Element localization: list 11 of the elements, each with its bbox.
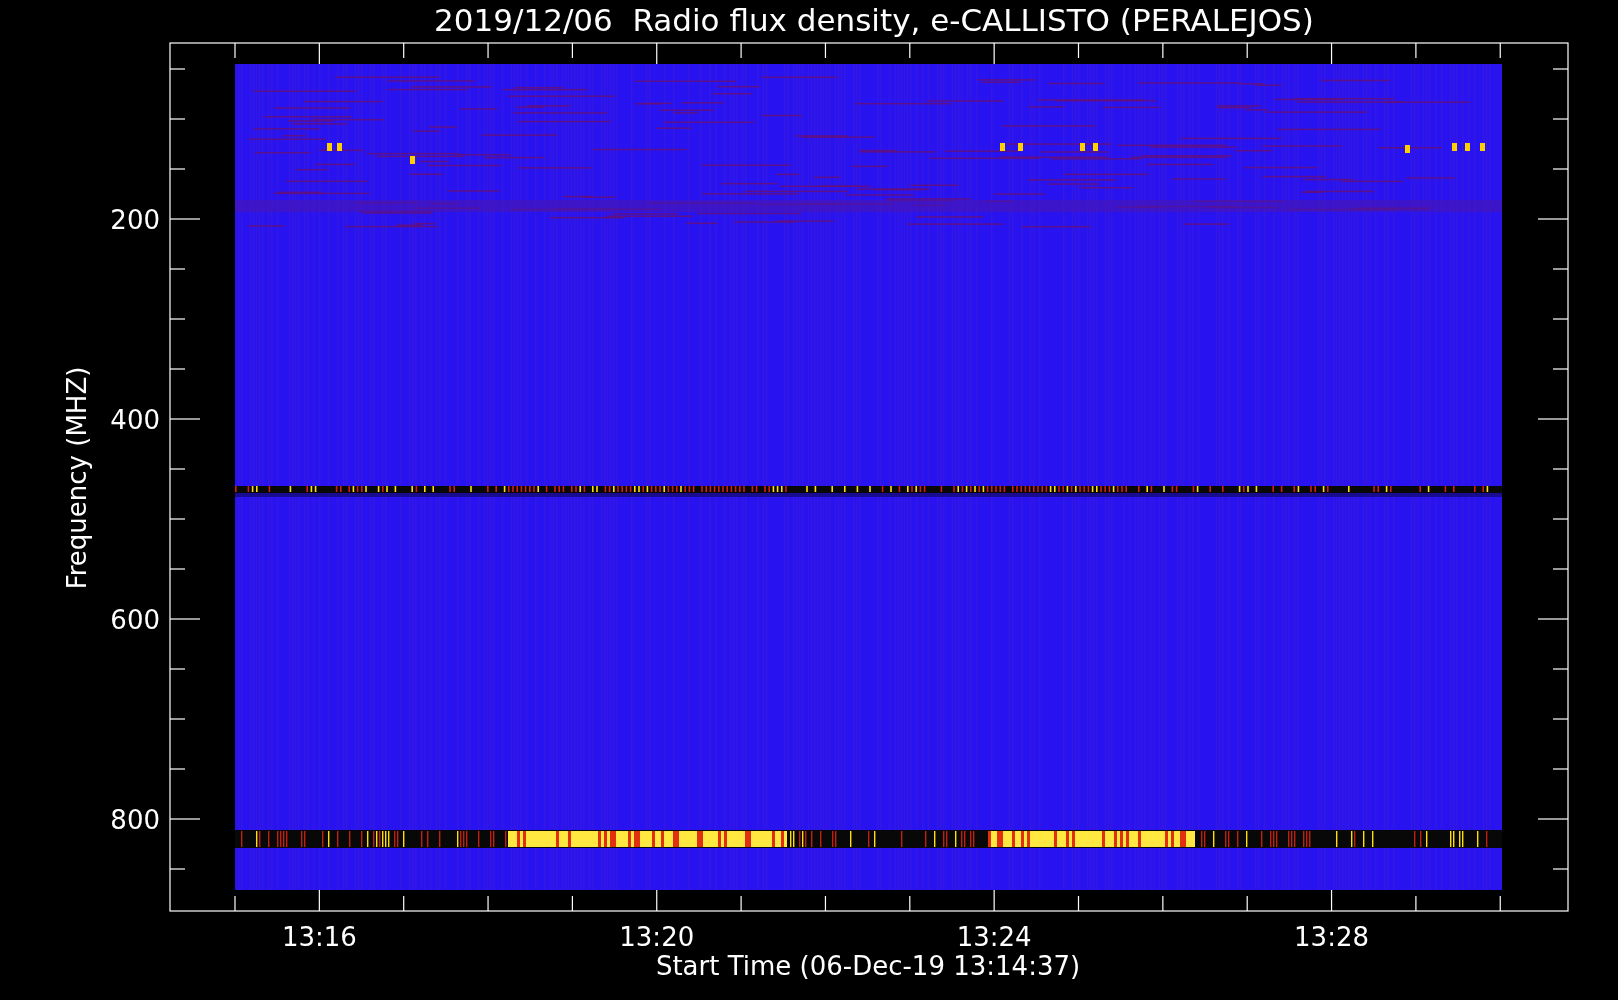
x-tick-label: 13:24 (956, 922, 1032, 952)
y-tick-label: 400 (110, 405, 160, 435)
x-tick-label: 13:28 (1294, 922, 1369, 952)
y-tick-label: 800 (110, 805, 160, 835)
x-axis-label: Start Time (06-Dec-19 13:14:37) (655, 951, 1081, 981)
y-tick-label: 600 (110, 605, 160, 635)
y-axis-label: Frequency (MHZ) (62, 366, 92, 590)
x-tick-label: 13:16 (281, 922, 357, 952)
chart-title: 2019/12/06 Radio flux density, e-CALLISTO (PERALEJOS) (434, 2, 1314, 38)
y-tick-label: 200 (110, 205, 160, 235)
x-tick-label: 13:20 (619, 922, 695, 952)
